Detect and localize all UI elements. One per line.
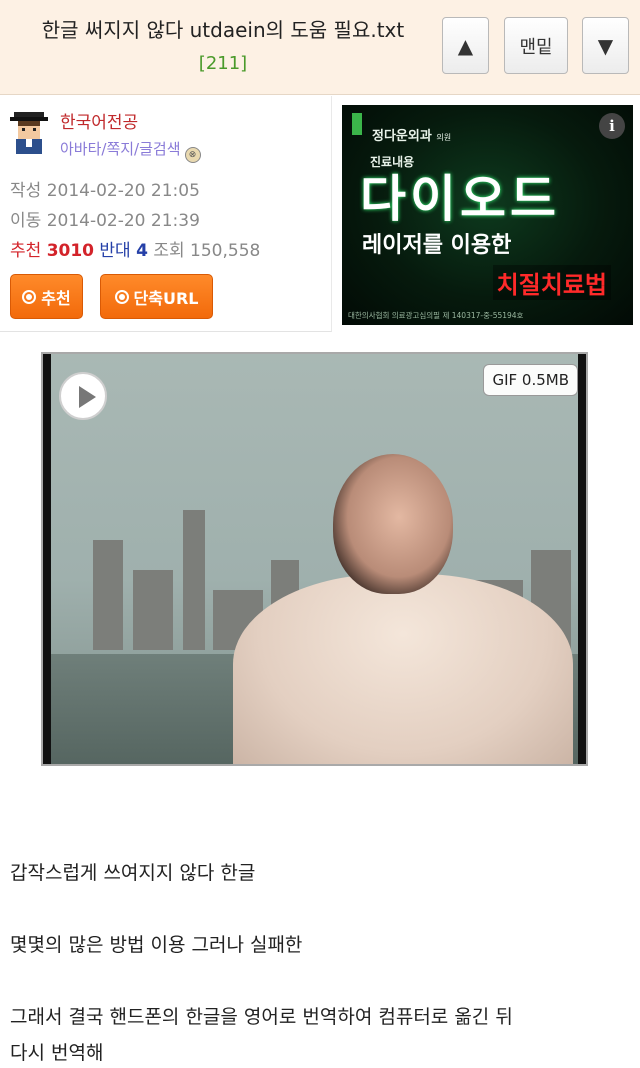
scroll-up-button[interactable]: ▲ (442, 17, 489, 74)
gif-person-body (233, 574, 573, 764)
body-line-2: 몇몇의 많은 방법 이용 그러나 실패한 (10, 934, 303, 956)
gif-person-head (333, 454, 453, 594)
moved-row: 이동 2014-02-20 21:39 (10, 206, 200, 231)
recommend-circle-icon (22, 289, 37, 304)
lock-icon: ⊗ (184, 147, 201, 163)
short-url-button-label: 단축URL (133, 288, 199, 308)
ad-clinic-suffix: 의원 (436, 133, 452, 142)
ad-headline: 다이오드 (360, 170, 560, 228)
recommend-label: 추천 (10, 241, 42, 261)
ad-fine-print: 대한의사협회 의료광고심의필 제 140317-중-55194호 (348, 311, 524, 320)
created-label: 작성 (10, 181, 42, 201)
post-header: 한글 써지지 않다 utdaein의 도움 필요.txt [211] ▲ 맨밑 … (0, 0, 640, 95)
stats-row: 추천 3010 반대 4 조회 150,558 (10, 236, 260, 261)
skyline-building (93, 540, 123, 650)
info-icon[interactable]: i (599, 113, 625, 139)
moved-date: 2014-02-20 21:39 (46, 211, 200, 231)
ad-emphasis-text: 치질치료법 (492, 265, 611, 300)
created-date: 2014-02-20 21:05 (46, 181, 200, 201)
post-title: 한글 써지지 않다 utdaein의 도움 필요.txt (41, 18, 405, 42)
clinic-logo (352, 113, 362, 135)
body-line-4: 다시 번역해 (10, 1042, 104, 1064)
ad-middle-text: 레이저를 이용한 (362, 233, 512, 258)
author-links: 아바타/쪽지/글검색 ⊗ (60, 138, 201, 163)
author-links-text[interactable]: 아바타/쪽지/글검색 (60, 140, 181, 158)
skyline-building (183, 510, 205, 650)
recommend-button[interactable]: 추천 (10, 274, 83, 319)
play-icon[interactable] (59, 372, 107, 420)
views-label: 조회 (153, 241, 185, 261)
author-name[interactable]: 한국어전공 (60, 108, 138, 133)
short-url-button[interactable]: 단축URL (100, 274, 213, 319)
moved-label: 이동 (10, 211, 42, 231)
created-row: 작성 2014-02-20 21:05 (10, 176, 200, 201)
gif-size-badge: GIF 0.5MB (483, 364, 578, 396)
recommend-count: 3010 (46, 241, 95, 261)
comment-count[interactable]: [211] (18, 52, 428, 76)
url-circle-icon (114, 289, 129, 304)
scroll-down-button[interactable]: ▼ (582, 17, 629, 74)
avatar[interactable] (10, 112, 48, 154)
advertisement-banner[interactable]: 정다운외과 의원 진료내용 다이오드 레이저를 이용한 치질치료법 대한의사협회… (342, 105, 633, 325)
ad-subtitle: 진료내용 (370, 155, 415, 169)
recommend-button-label: 추천 (41, 288, 71, 308)
ad-clinic-name: 정다운외과 의원 (372, 125, 451, 144)
post-info-panel: 한국어전공 아바타/쪽지/글검색 ⊗ 작성 2014-02-20 21:05 이동… (0, 96, 332, 332)
oppose-label: 반대 (99, 241, 131, 261)
skyline-building (133, 570, 173, 650)
body-line-3: 그래서 결국 핸드폰의 한글을 영어로 번역하여 컴퓨터로 옮긴 뒤 (10, 1006, 513, 1028)
body-line-1: 갑작스럽게 쓰여지지 않다 한글 (10, 862, 256, 884)
scroll-bottom-button[interactable]: 맨밑 (504, 17, 568, 74)
views-count: 150,558 (190, 241, 261, 261)
ad-clinic-text: 정다운외과 (372, 129, 432, 144)
gif-left-border (43, 354, 51, 764)
oppose-count: 4 (136, 241, 148, 261)
gif-right-border (578, 354, 586, 764)
gif-image[interactable]: GIF 0.5MB (41, 352, 588, 766)
